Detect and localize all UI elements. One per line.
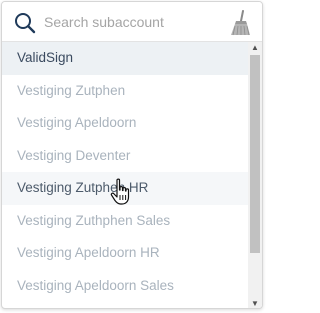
subaccount-list: ValidSign Vestiging Zutphen Vestiging Ap… xyxy=(2,42,248,308)
list-item-validsign[interactable]: ValidSign xyxy=(2,42,248,75)
broom-icon[interactable] xyxy=(228,10,252,36)
scrollbar-thumb[interactable] xyxy=(250,55,260,253)
list-item-vestiging-zutphen-hr[interactable]: Vestiging Zutphen HR xyxy=(2,172,248,205)
search-bar xyxy=(2,2,262,42)
list-item-vestiging-zuthphen-sales[interactable]: Vestiging Zuthphen Sales xyxy=(2,205,248,238)
list-item-vestiging-deventer[interactable]: Vestiging Deventer xyxy=(2,140,248,173)
list-item-vestiging-apeldoorn-hr[interactable]: Vestiging Apeldoorn HR xyxy=(2,237,248,270)
chevron-up-icon[interactable]: ▲ xyxy=(248,42,262,54)
list-item-vestiging-apeldoorn[interactable]: Vestiging Apeldoorn xyxy=(2,107,248,140)
chevron-down-icon[interactable]: ▼ xyxy=(248,298,262,308)
search-icon xyxy=(15,13,36,34)
list-item-vestiging-apeldoorn-sales[interactable]: Vestiging Apeldoorn Sales xyxy=(2,270,248,303)
vertical-scrollbar[interactable]: ▲ ▼ xyxy=(248,42,262,308)
list-item-vestiging-zutphen[interactable]: Vestiging Zutphen xyxy=(2,75,248,108)
search-input[interactable] xyxy=(44,10,214,34)
subaccount-dropdown: ValidSign Vestiging Zutphen Vestiging Ap… xyxy=(1,1,263,309)
